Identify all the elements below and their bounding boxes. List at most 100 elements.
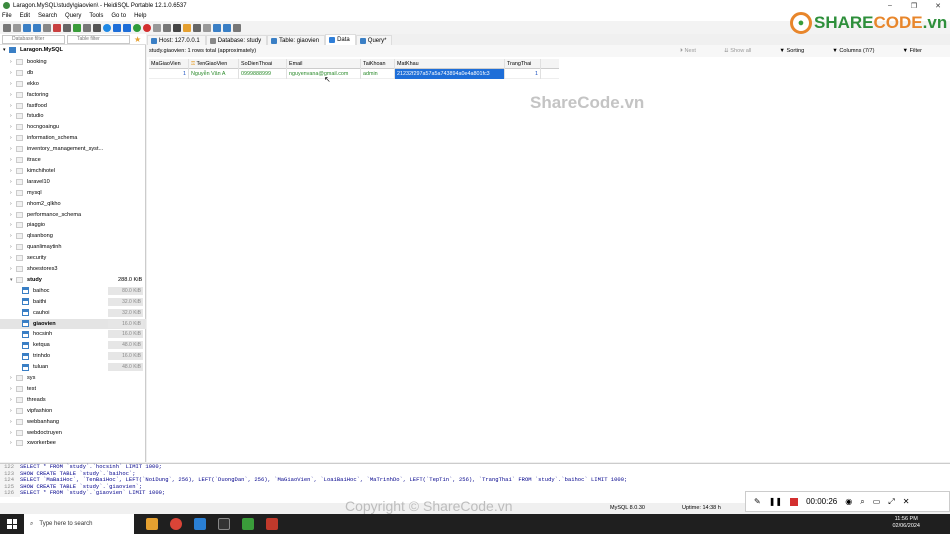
camera-icon[interactable]: ◉ (845, 497, 852, 506)
menu-search[interactable]: Search (38, 13, 57, 19)
tree-database[interactable]: › laravel10 (0, 177, 146, 187)
show-all-button[interactable]: ⇊ Show all (724, 48, 765, 54)
pause-icon[interactable]: ❚❚ (769, 497, 782, 506)
close-recorder-icon[interactable]: ✕ (903, 497, 910, 506)
next-button[interactable]: ⏵ Next (680, 48, 710, 55)
expand-icon[interactable]: › (10, 103, 12, 109)
tree-database[interactable]: › performance_schema (0, 210, 146, 220)
tree-table[interactable]: giaovien 16.0 KiB (0, 318, 146, 329)
copy-icon[interactable] (23, 23, 31, 32)
tree-database[interactable]: › xworkerbee (0, 438, 146, 448)
tree-database[interactable]: › webbanhang (0, 417, 146, 427)
vscode-icon[interactable] (194, 518, 206, 530)
tree-table[interactable]: baithi 32.0 KiB (0, 297, 146, 307)
table-filter-input[interactable]: Table filter (67, 34, 130, 44)
col-header[interactable]: TaiKhoan (361, 59, 395, 69)
insert-row-icon[interactable] (133, 23, 141, 32)
chrome-icon[interactable] (170, 518, 182, 530)
cell[interactable]: 1 (149, 69, 189, 79)
col-header[interactable]: ⚿ TenGiaoVien (189, 59, 239, 69)
expand-icon[interactable]: › (10, 233, 12, 239)
tree-database[interactable]: › qlsanbong (0, 231, 146, 241)
col-header[interactable]: MatKhau (395, 59, 505, 69)
expand-icon[interactable]: › (10, 70, 12, 76)
recorder-taskbar-icon[interactable] (266, 518, 278, 530)
stop-icon[interactable] (790, 497, 799, 506)
expand-icon[interactable]: ▾ (10, 277, 13, 283)
expand-icon[interactable]: › (10, 59, 12, 65)
expand-icon[interactable]: › (10, 386, 12, 392)
tree-database[interactable]: › db (0, 68, 146, 78)
tree-database[interactable]: › sys (0, 373, 146, 383)
zoom-icon[interactable]: ⌕ (860, 497, 864, 507)
tab-table[interactable]: Table: giaovien (267, 35, 326, 45)
tree-database[interactable]: › shoestores3 (0, 264, 146, 274)
delete-row-icon[interactable] (143, 23, 151, 32)
save-icon[interactable] (193, 23, 201, 32)
expand-icon[interactable]: › (10, 212, 12, 218)
undo-icon[interactable] (43, 23, 51, 32)
expand-icon[interactable]: › (10, 397, 12, 403)
tab-data[interactable]: Data (325, 34, 356, 45)
tree-database[interactable]: › security (0, 253, 146, 263)
maximize-button[interactable]: ❐ (902, 0, 926, 11)
expand-icon[interactable]: › (10, 179, 12, 185)
cell[interactable]: 1 (505, 69, 541, 79)
table-row[interactable]: 1 Nguyễn Văn A 0999888999 nguyenvana@gma… (149, 69, 559, 79)
taskbar-search[interactable]: ⌕ Type here to search (24, 514, 134, 534)
cell[interactable]: 0999888999 (239, 69, 287, 79)
expand-icon[interactable]: › (10, 201, 12, 207)
expand-icon[interactable]: › (10, 222, 12, 228)
tree-database[interactable]: › nhom2_qlkho (0, 199, 146, 209)
expand-icon[interactable]: › (10, 146, 12, 152)
favorite-star-icon[interactable]: ★ (134, 35, 141, 44)
menu-goto[interactable]: Go to (111, 13, 126, 19)
minimize-button[interactable]: – (878, 0, 902, 11)
menu-edit[interactable]: Edit (20, 13, 30, 19)
pen-icon[interactable]: ✎ (754, 497, 761, 506)
tree-database[interactable]: › fstudio (0, 111, 146, 121)
tree-table[interactable]: trinhdo 16.0 KiB (0, 351, 146, 361)
tree-database[interactable]: › test (0, 384, 146, 394)
comment-icon[interactable]: ▭ (873, 497, 881, 506)
exit-icon[interactable] (233, 23, 241, 32)
expand-icon[interactable]: › (10, 440, 12, 446)
tab-query[interactable]: Query* (355, 35, 393, 45)
expand-icon[interactable]: › (10, 124, 12, 130)
collapse-icon[interactable]: ▾ (3, 47, 6, 53)
expand-icon[interactable]: › (10, 135, 12, 141)
menu-file[interactable]: File (2, 13, 12, 19)
session-manager-icon[interactable] (3, 23, 11, 32)
expand-icon[interactable]: › (10, 81, 12, 87)
tree-database[interactable]: › vipfashion (0, 406, 146, 416)
cell[interactable]: Nguyễn Văn A (189, 69, 239, 79)
columns-button[interactable]: ▼ Columns (7/7) (832, 48, 888, 54)
expand-icon[interactable]: › (10, 408, 12, 414)
export-icon[interactable] (83, 23, 91, 32)
format-icon[interactable] (213, 23, 221, 32)
col-header[interactable]: TrangThai (505, 59, 541, 69)
tab-host[interactable]: Host: 127.0.0.1 (147, 35, 206, 45)
tree-database[interactable]: › itrace (0, 155, 146, 165)
terminal-icon[interactable] (218, 518, 230, 530)
settings-icon[interactable] (223, 23, 231, 32)
menu-tools[interactable]: Tools (89, 13, 103, 19)
menu-query[interactable]: Query (65, 13, 81, 19)
tree-database[interactable]: › webdoctruyen (0, 428, 146, 438)
run-icon[interactable] (173, 23, 181, 32)
last-record-icon[interactable] (123, 23, 131, 32)
expand-icon[interactable]: › (10, 244, 12, 250)
menu-help[interactable]: Help (134, 13, 146, 19)
expand-icon[interactable]: › (10, 157, 12, 163)
expand-icon[interactable]: › (10, 92, 12, 98)
tree-database[interactable]: › hocngoaingu (0, 122, 146, 132)
start-button[interactable] (0, 514, 24, 534)
help-icon[interactable] (103, 23, 111, 32)
expand-icon[interactable]: › (10, 190, 12, 196)
col-header[interactable]: SoDienThoai (239, 59, 287, 69)
tree-table[interactable]: hocsinh 16.0 KiB (0, 329, 146, 339)
tree-database[interactable]: › ekko (0, 79, 146, 89)
post-icon[interactable] (153, 23, 161, 32)
filter-button[interactable]: ▼ Filter (902, 48, 936, 54)
cell-selected[interactable]: 21232f297a57a5a743894a0e4a801fc3 (395, 69, 505, 79)
